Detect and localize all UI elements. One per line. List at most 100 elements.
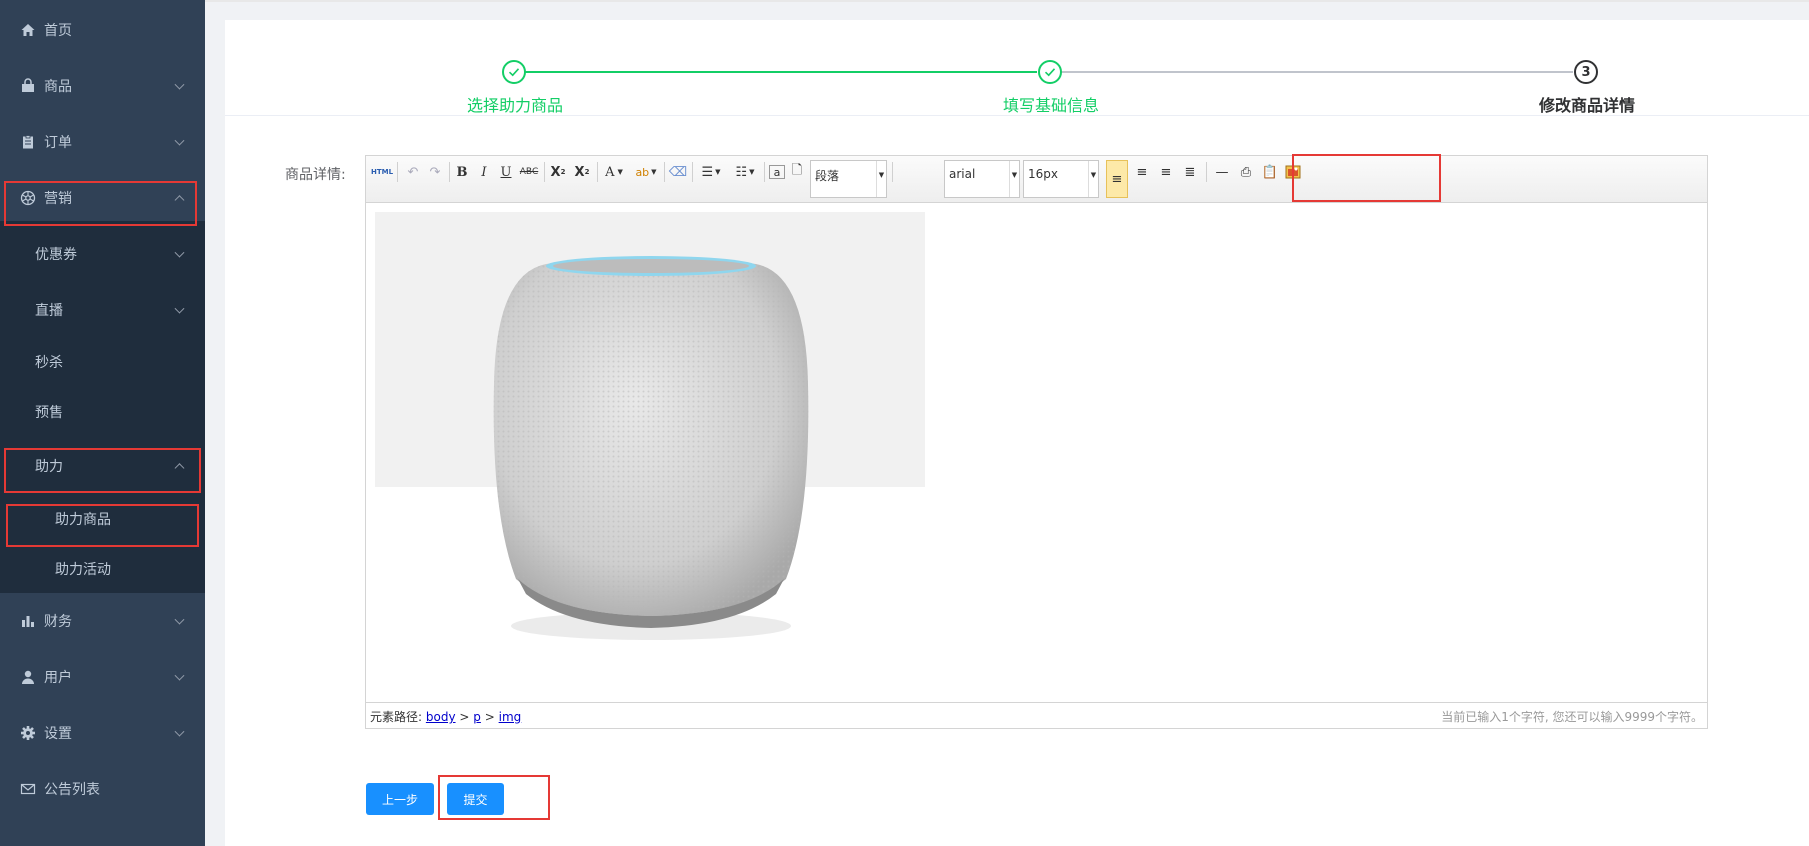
font-family-select[interactable]: arial ▼ [944,160,1020,198]
chevron-down-icon [174,79,185,90]
sidebar-item-label: 商品 [44,79,72,95]
char-counter: 当前已输入1个字符, 您还可以输入9999个字符。 [1441,710,1703,724]
editor-toolbar: HTML ↶ ↷ B I U ABC X2 X2 A ▼ ab ▼ ⌫ ☰ ▼ ☷ ▼ … [366,156,1707,203]
highlight-color-icon[interactable]: ab ▼ [632,162,660,182]
sidebar-item-label: 助力活动 [55,562,111,578]
sidebar-item-label: 秒杀 [35,355,63,371]
path-separator: > [459,710,470,724]
chevron-down-icon [174,726,185,737]
step-3-circle: 3 [1574,60,1598,84]
sidebar-item-flash-sale[interactable]: 秒杀 [0,337,205,387]
chevron-down-icon [174,614,185,625]
check-icon [508,68,520,77]
home-icon [20,22,36,38]
sidebar-item-label: 助力商品 [55,512,111,528]
step-1-title: 选择助力商品 [466,96,563,115]
dropdown-arrow-icon: ▼ [1088,161,1098,197]
sidebar-item-live[interactable]: 直播 [0,285,205,335]
path-link-img[interactable]: img [499,710,522,724]
font-size-select-value: 16px [1028,167,1058,181]
toolbar-separator [544,162,545,182]
unordered-list-icon[interactable]: ☷ ▼ [730,162,760,182]
insert-image-icon[interactable] [1283,162,1303,182]
chevron-up-icon [174,195,185,206]
sidebar-item-marketing[interactable]: 营销 [0,170,205,226]
step-1-circle [502,60,526,84]
sidebar-item-announcements[interactable]: 公告列表 [0,761,205,817]
source-html-button[interactable]: HTML [371,162,393,182]
smart-speaker-image [493,256,809,640]
dropdown-arrow-icon: ▼ [876,161,886,197]
font-size-select[interactable]: 16px ▼ [1023,160,1099,198]
underline-icon[interactable]: U [497,162,515,182]
blank-page-icon[interactable]: 🗋 [789,162,805,182]
chevron-down-icon [174,247,185,258]
sidebar-item-orders[interactable]: 订单 [0,114,205,170]
italic-icon[interactable]: I [475,162,493,182]
path-separator: > [484,710,495,724]
sidebar-item-label: 用户 [44,670,72,686]
sidebar-item-products[interactable]: 商品 [0,58,205,114]
mail-icon [20,781,36,797]
bold-icon[interactable]: B [453,162,471,182]
toolbar-separator [1206,162,1207,182]
sidebar-item-finance[interactable]: 财务 [0,593,205,649]
paragraph-select-value: 段落 [815,169,840,183]
toolbar-separator [597,162,598,182]
eraser-icon[interactable]: ⌫ [668,162,688,182]
sidebar-item-presale[interactable]: 预售 [0,387,205,437]
sidebar-item-settings[interactable]: 设置 [0,705,205,761]
toolbar-separator [892,162,893,182]
superscript-icon[interactable]: X2 [548,162,568,182]
toolbar-separator [664,162,665,182]
text-box-icon[interactable]: a [769,165,785,179]
sidebar-item-assist-activities[interactable]: 助力活动 [0,544,205,594]
undo-icon[interactable]: ↶ [404,162,422,182]
element-path-label: 元素路径: [370,710,423,724]
clipboard-icon [20,134,36,150]
ordered-list-icon[interactable]: ☰ ▼ [696,162,726,182]
align-right-icon[interactable]: ≡ [1156,162,1176,182]
step-3-index: 3 [1581,64,1591,80]
top-divider [205,0,1809,2]
path-link-p[interactable]: p [473,710,481,724]
sidebar-item-label: 公告列表 [44,782,100,798]
toolbar-separator [692,162,693,182]
paragraph-select[interactable]: 段落 ▼ [810,160,887,198]
font-color-icon[interactable]: A ▼ [600,162,628,182]
chevron-down-icon [174,135,185,146]
path-link-body[interactable]: body [426,710,456,724]
align-left-icon[interactable]: ≡ [1106,160,1128,198]
submit-button[interactable]: 提交 [447,783,504,815]
editor-statusbar: 元素路径: body > p > img 当前已输入1个字符, 您还可以输入99… [366,702,1707,728]
editor-content[interactable] [366,204,1707,702]
sidebar-item-label: 订单 [44,135,72,151]
paste-icon[interactable]: 📋 [1260,162,1280,182]
redo-icon[interactable]: ↷ [426,162,444,182]
horizontal-rule-icon[interactable]: — [1212,162,1232,182]
sidebar-item-assist[interactable]: 助力 [0,441,205,491]
align-center-icon[interactable]: ≡ [1132,162,1152,182]
toolbar-separator [449,162,450,182]
align-justify-icon[interactable]: ≣ [1180,162,1200,182]
subscript-icon[interactable]: X2 [572,162,592,182]
print-icon[interactable]: ⎙ [1236,162,1256,182]
sidebar-item-label: 首页 [44,23,72,39]
sidebar-item-coupons[interactable]: 优惠券 [0,229,205,279]
prev-step-button[interactable]: 上一步 [366,783,434,815]
dropdown-arrow-icon: ▼ [1009,161,1019,197]
sidebar-item-users[interactable]: 用户 [0,649,205,705]
steps-bar: 3 选择助力商品 填写基础信息 修改商品详情 [225,20,1809,116]
sidebar-item-label: 预售 [35,405,63,421]
toolbar-separator [397,162,398,182]
user-icon [20,669,36,685]
strikethrough-icon[interactable]: ABC [519,162,539,182]
chevron-down-icon [174,670,185,681]
sidebar-item-home[interactable]: 首页 [0,2,205,58]
sidebar-item-assist-products[interactable]: 助力商品 [0,494,205,544]
sidebar-item-label: 设置 [44,726,72,742]
aperture-icon [20,190,36,206]
sidebar-item-label: 助力 [35,459,63,475]
rich-text-editor: HTML ↶ ↷ B I U ABC X2 X2 A ▼ ab ▼ ⌫ ☰ ▼ ☷ ▼ … [365,155,1708,729]
sidebar-item-label: 财务 [44,614,72,630]
